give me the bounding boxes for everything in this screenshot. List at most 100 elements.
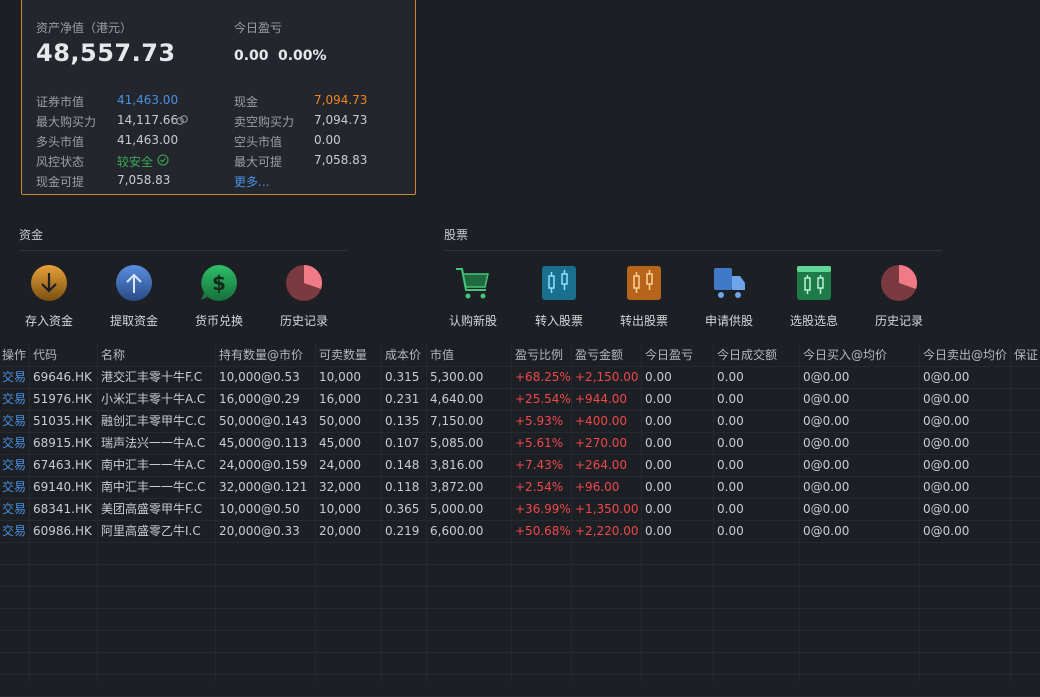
column-divider[interactable] (426, 344, 427, 681)
currency-exchange-icon: $ (201, 265, 237, 301)
pnl-pct-cell: +25.54% (515, 392, 571, 406)
table-cell: 0@0.00 (803, 414, 850, 428)
table-cell: 0.231 (385, 392, 420, 406)
table-cell: 0@0.00 (923, 524, 970, 538)
more-link[interactable]: 更多... (234, 173, 269, 190)
rights-issue-button[interactable]: 申请供股 (689, 264, 769, 329)
name-cell: 瑞声法兴一一牛A.C (101, 436, 206, 450)
trade-link[interactable]: 交易 (2, 410, 26, 432)
table-row[interactable]: 交易 51976.HK 小米汇丰零十牛A.C 16,000@0.29 16,000 0.2… (0, 388, 1040, 411)
cash-withdrawable-label: 现金可提 (36, 175, 85, 189)
pnl-amount-cell: +400.00 (575, 414, 628, 428)
header-col-today-turnover[interactable]: 今日成交额 (717, 344, 777, 366)
currency-exchange-button[interactable]: $ 货币兑换 (179, 264, 259, 329)
trade-link[interactable]: 交易 (2, 498, 26, 520)
column-divider[interactable] (511, 344, 512, 681)
header-col-today-buy[interactable]: 今日买入@均价 (803, 344, 887, 366)
pnl-pct-cell: +5.61% (515, 436, 564, 450)
transfer-out-label: 转出股票 (619, 314, 668, 328)
funds-history-button[interactable]: 历史记录 (264, 264, 344, 329)
column-divider[interactable] (1010, 344, 1011, 681)
pnl-amount-cell: +270.00 (575, 436, 628, 450)
column-divider[interactable] (641, 344, 642, 681)
header-col-pnl-amount[interactable]: 盈亏金额 (575, 344, 623, 366)
column-divider[interactable] (919, 344, 920, 681)
stock-screener-button[interactable]: 选股选息 (774, 264, 854, 329)
table-cell: 0.00 (645, 480, 672, 494)
trade-link[interactable]: 交易 (2, 520, 26, 542)
table-row[interactable]: 交易 67463.HK 南中汇丰一一牛A.C 24,000@0.159 24,000 0.… (0, 454, 1040, 477)
header-col-name[interactable]: 名称 (101, 344, 125, 366)
withdraw-button[interactable]: 提取资金 (94, 264, 174, 329)
trade-link[interactable]: 交易 (2, 432, 26, 454)
table-row[interactable]: 交易 51035.HK 融创汇丰零甲牛C.C 50,000@0.143 50,000 0.… (0, 410, 1040, 433)
header-col-market-value[interactable]: 市值 (430, 344, 454, 366)
code-cell: 68915.HK (33, 436, 92, 450)
rights-issue-label: 申请供股 (704, 314, 753, 328)
column-divider[interactable] (571, 344, 572, 681)
trade-link[interactable]: 交易 (2, 366, 26, 388)
risk-status-label: 风控状态 (36, 155, 85, 169)
transfer-out-button[interactable]: 转出股票 (604, 264, 684, 329)
table-cell: 0@0.00 (803, 458, 850, 472)
funds-history-label: 历史记录 (279, 314, 328, 328)
max-withdraw-value: 7,058.83 (314, 153, 368, 167)
name-cell: 南中汇丰一一牛A.C (101, 458, 206, 472)
header-col-cost[interactable]: 成本价 (385, 344, 421, 366)
header-col-code[interactable]: 代码 (33, 344, 57, 366)
today-pnl-value: 0.00 (234, 48, 269, 64)
table-cell: 5,085.00 (430, 436, 484, 450)
column-divider[interactable] (315, 344, 316, 681)
table-cell: 0@0.00 (923, 414, 970, 428)
deposit-button[interactable]: 存入资金 (9, 264, 89, 329)
transfer-in-button[interactable]: 转入股票 (519, 264, 599, 329)
header-col-today-pnl[interactable]: 今日盈亏 (645, 344, 693, 366)
table-cell: 4,640.00 (430, 392, 484, 406)
stocks-history-label: 历史记录 (874, 314, 923, 328)
table-row[interactable]: 交易 68341.HK 美团高盛零甲牛F.C 10,000@0.50 10,000 0.3… (0, 498, 1040, 521)
table-cell: 0.135 (385, 414, 420, 428)
table-cell: 16,000 (319, 392, 361, 406)
withdraw-label: 提取资金 (109, 314, 158, 328)
column-divider[interactable] (29, 344, 30, 681)
column-divider[interactable] (97, 344, 98, 681)
header-col-holding[interactable]: 持有数量@市价 (219, 344, 303, 366)
header-col-action[interactable]: 操作 (2, 344, 26, 366)
table-cell: 0.00 (717, 436, 744, 450)
table-row[interactable]: 交易 69140.HK 南中汇丰一一牛C.C 32,000@0.121 32,000 0.… (0, 476, 1040, 499)
net-asset-value: 48,557.73 (36, 39, 176, 67)
table-cell: 10,000 (319, 502, 361, 516)
code-cell: 51035.HK (33, 414, 92, 428)
table-row[interactable]: 交易 69646.HK 港交汇丰零十牛F.C 10,000@0.53 10,000 0.3… (0, 366, 1040, 389)
header-col-sellable[interactable]: 可卖数量 (319, 344, 367, 366)
short-buying-power-value: 7,094.73 (314, 113, 368, 127)
column-divider[interactable] (713, 344, 714, 681)
header-col-today-sell[interactable]: 今日卖出@均价 (923, 344, 1007, 366)
column-divider[interactable] (799, 344, 800, 681)
candlestick-in-icon (542, 266, 576, 300)
table-cell: 0.00 (645, 370, 672, 384)
code-cell: 69140.HK (33, 480, 92, 494)
table-row[interactable]: 交易 68915.HK 瑞声法兴一一牛A.C 45,000@0.113 45,000 0.… (0, 432, 1040, 455)
cash-value: 7,094.73 (314, 93, 368, 107)
pnl-amount-cell: +944.00 (575, 392, 628, 406)
header-col-margin[interactable]: 保证 (1014, 344, 1038, 366)
code-cell: 68341.HK (33, 502, 92, 516)
trade-link[interactable]: 交易 (2, 454, 26, 476)
trade-link[interactable]: 交易 (2, 476, 26, 498)
link-icon[interactable] (175, 113, 189, 127)
column-divider[interactable] (215, 344, 216, 681)
table-row[interactable]: 交易 60986.HK 阿里高盛零乙牛I.C 20,000@0.33 20,000 0.2… (0, 520, 1040, 543)
name-cell: 阿里高盛零乙牛I.C (101, 524, 201, 538)
column-divider[interactable] (381, 344, 382, 681)
table-cell: 0.118 (385, 480, 420, 494)
svg-text:$: $ (212, 271, 226, 295)
code-cell: 69646.HK (33, 370, 92, 384)
pnl-pct-cell: +2.54% (515, 480, 564, 494)
table-cell: 0.00 (717, 392, 744, 406)
header-col-pnl-pct[interactable]: 盈亏比例 (515, 344, 563, 366)
ipo-subscribe-button[interactable]: 认购新股 (433, 264, 513, 329)
stocks-history-button[interactable]: 历史记录 (859, 264, 939, 329)
table-header: 操作 代码 名称 持有数量@市价 可卖数量 成本价 市值 盈亏比例 盈亏金额 今日盈亏 今日成交额 今… (0, 344, 1040, 367)
trade-link[interactable]: 交易 (2, 388, 26, 410)
